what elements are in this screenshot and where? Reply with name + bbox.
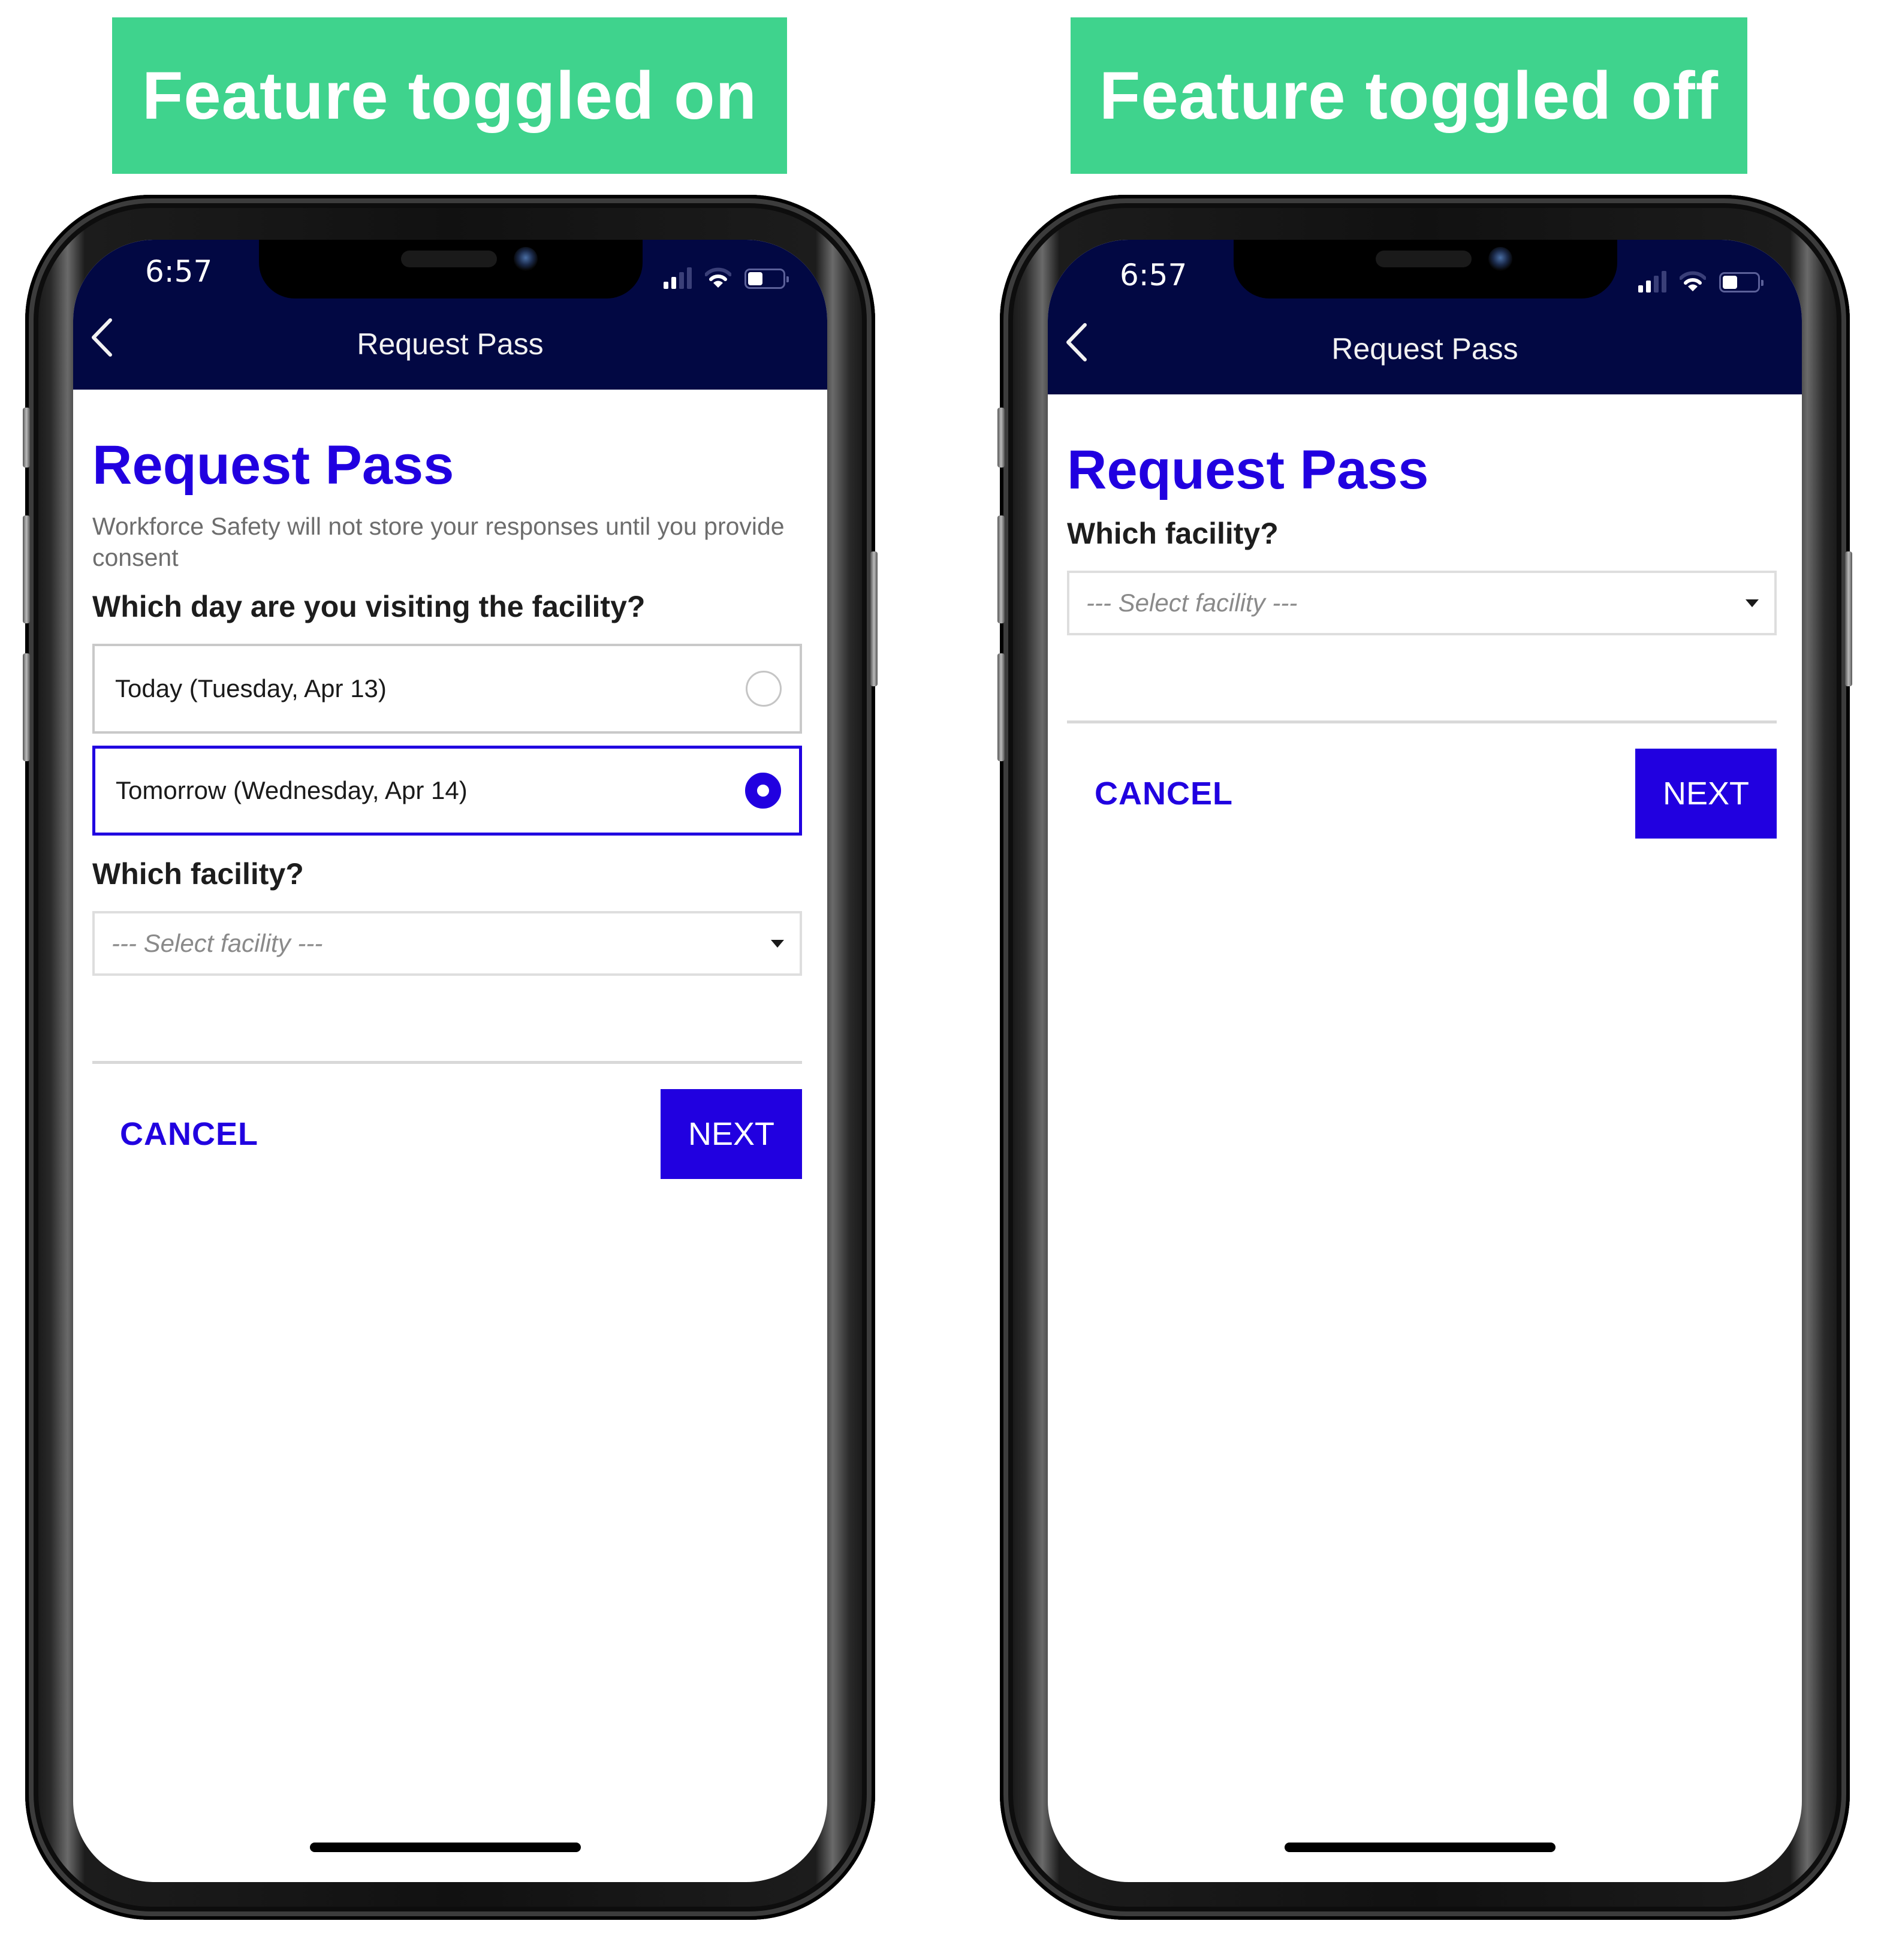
divider <box>1067 720 1777 723</box>
navbar-title: Request Pass <box>357 327 544 361</box>
facility-question: Which facility? <box>92 857 304 891</box>
volume-up-button <box>23 515 30 623</box>
wifi-icon <box>705 267 731 288</box>
next-button[interactable]: NEXT <box>661 1089 802 1179</box>
front-camera <box>514 247 538 271</box>
form-content: Request Pass Workforce Safety will not s… <box>92 390 802 1179</box>
status-icons <box>1638 269 1764 293</box>
status-time: 6:57 <box>1120 258 1187 293</box>
form-actions: CANCEL NEXT <box>92 1089 802 1179</box>
volume-down-button <box>997 653 1005 761</box>
caret-down-icon <box>771 940 784 948</box>
navbar-title: Request Pass <box>1331 332 1518 366</box>
radio-selected-icon[interactable] <box>745 773 781 809</box>
front-camera <box>1488 247 1512 271</box>
cancel-button[interactable]: CANCEL <box>1095 749 1233 839</box>
notch <box>259 240 643 298</box>
divider <box>92 1061 802 1064</box>
volume-up-button <box>997 515 1005 623</box>
speaker <box>401 251 497 267</box>
day-option-label: Tomorrow (Wednesday, Apr 14) <box>116 776 468 804</box>
facility-select-placeholder: --- Select facility --- <box>111 929 323 957</box>
phone-screen: 6:57 Request Pass Request Pass Workforce… <box>73 240 827 1882</box>
battery-icon <box>744 269 789 289</box>
radio-unselected-icon[interactable] <box>746 671 782 707</box>
speaker <box>1376 251 1472 267</box>
notch <box>1234 240 1617 298</box>
app-header: 6:57 Request Pass <box>73 240 827 390</box>
page-title: Request Pass <box>1067 439 1429 500</box>
banner-label: Feature toggled on <box>142 58 757 133</box>
banner-feature-on: Feature toggled on <box>112 17 787 174</box>
facility-select[interactable]: --- Select facility --- <box>92 911 802 976</box>
day-option-tomorrow[interactable]: Tomorrow (Wednesday, Apr 14) <box>92 746 802 836</box>
cellular-signal-icon <box>664 267 692 289</box>
battery-icon <box>1719 272 1764 293</box>
app-header: 6:57 Request Pass <box>1048 240 1802 394</box>
home-indicator[interactable] <box>310 1843 581 1852</box>
wifi-icon <box>1680 271 1706 291</box>
facility-select-placeholder: --- Select facility --- <box>1086 589 1298 617</box>
power-button <box>1845 551 1852 686</box>
facility-select[interactable]: --- Select facility --- <box>1067 571 1777 635</box>
cellular-signal-icon <box>1638 271 1666 293</box>
form-content: Request Pass Which facility? --- Select … <box>1067 394 1777 839</box>
banner-label: Feature toggled off <box>1099 58 1719 133</box>
phone-mockup-feature-on: 6:57 Request Pass Request Pass Workforce… <box>23 195 878 1920</box>
day-question: Which day are you visiting the facility? <box>92 590 646 623</box>
volume-down-button <box>23 653 30 761</box>
cancel-button[interactable]: CANCEL <box>120 1089 258 1179</box>
power-button <box>870 551 878 686</box>
form-actions: CANCEL NEXT <box>1067 749 1777 839</box>
status-icons <box>664 265 789 289</box>
page-title: Request Pass <box>92 435 454 496</box>
status-time: 6:57 <box>145 254 213 289</box>
home-indicator[interactable] <box>1285 1843 1556 1852</box>
banner-feature-off: Feature toggled off <box>1071 17 1747 174</box>
facility-question: Which facility? <box>1067 517 1279 550</box>
caret-down-icon <box>1746 599 1759 607</box>
phone-mockup-feature-off: 6:57 Request Pass Request Pass Which fac… <box>997 195 1852 1920</box>
silent-switch <box>23 408 30 468</box>
phone-screen: 6:57 Request Pass Request Pass Which fac… <box>1048 240 1802 1882</box>
next-button[interactable]: NEXT <box>1635 749 1777 839</box>
consent-disclaimer: Workforce Safety will not store your res… <box>92 512 785 571</box>
silent-switch <box>997 408 1005 468</box>
day-option-today[interactable]: Today (Tuesday, Apr 13) <box>92 644 802 734</box>
day-option-label: Today (Tuesday, Apr 13) <box>115 674 387 702</box>
